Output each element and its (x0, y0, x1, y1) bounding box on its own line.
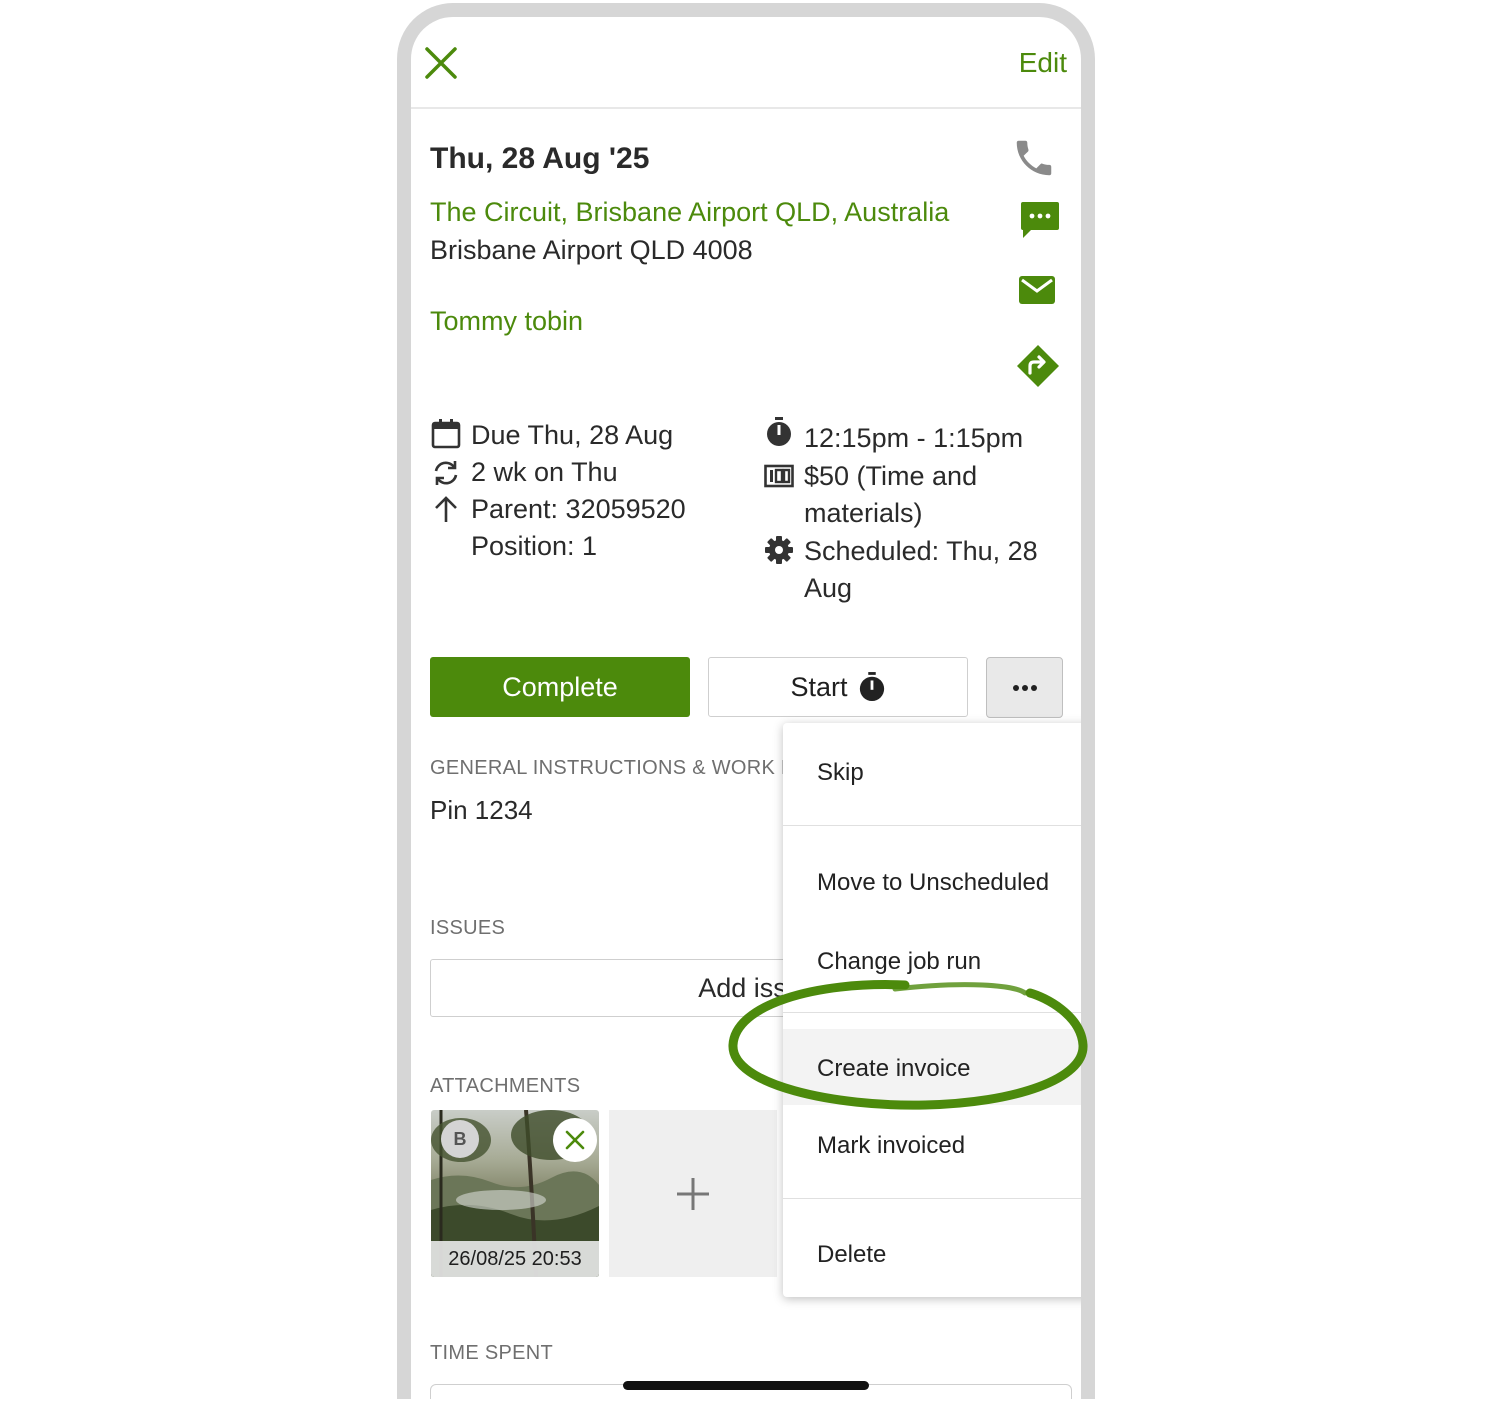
issues-label: ISSUES (430, 917, 506, 939)
instructions-value: Pin 1234 (430, 795, 533, 825)
menu-divider (783, 825, 1081, 826)
recurrence: 2 wk on Thu (471, 457, 618, 487)
menu-item-label: Create invoice (817, 1055, 971, 1082)
price-icon (764, 461, 794, 491)
directions-button[interactable] (1015, 343, 1061, 389)
menu-divider (783, 1198, 1081, 1199)
job-detail-screen: Edit Thu, 28 Aug '25 The Circuit, Brisba… (411, 17, 1081, 1399)
phone-icon (1016, 140, 1052, 176)
menu-item-label: Change job run (817, 948, 982, 975)
email-icon (1019, 276, 1055, 304)
close-icon (425, 47, 457, 79)
call-button[interactable] (1011, 135, 1057, 181)
arrow-up-icon (431, 495, 461, 525)
menu-item-skip[interactable]: Skip (783, 723, 1081, 823)
email-button[interactable] (1015, 269, 1061, 315)
more-actions-menu: Skip Move to Unscheduled Change job run … (783, 723, 1081, 1297)
timer-icon (859, 672, 884, 701)
attachment-thumbnail[interactable]: B 26/08/25 20:53 (431, 1110, 599, 1277)
edit-button[interactable]: Edit (1019, 47, 1067, 79)
price-line-1: $50 (Time and (804, 461, 978, 491)
menu-item-mark-invoiced[interactable]: Mark invoiced (783, 1105, 1081, 1185)
plus-icon (677, 1177, 709, 1210)
complete-button-label: Complete (502, 671, 618, 702)
top-bar: Edit (411, 17, 1081, 109)
menu-item-delete[interactable]: Delete (783, 1217, 1081, 1297)
contact-name-link[interactable]: Tommy tobin (430, 306, 583, 337)
time-window: 12:15pm - 1:15pm (804, 423, 1024, 453)
directions-icon (1017, 345, 1059, 387)
timer-icon (764, 417, 794, 447)
remove-attachment-button[interactable] (553, 1118, 597, 1162)
complete-button[interactable]: Complete (430, 657, 690, 717)
calendar-icon (431, 419, 461, 449)
attachment-timestamp: 26/08/25 20:53 (431, 1241, 599, 1277)
attachments-label: ATTACHMENTS (430, 1075, 581, 1097)
address-postcode: Brisbane Airport QLD 4008 (430, 235, 753, 265)
instructions-label: GENERAL INSTRUCTIONS & WORK R (430, 757, 796, 779)
close-icon (565, 1130, 585, 1150)
job-date-title: Thu, 28 Aug '25 (430, 142, 650, 175)
menu-item-move-to-unscheduled[interactable]: Move to Unscheduled (783, 841, 1081, 923)
scheduled-line-2: Aug (804, 573, 853, 603)
menu-item-label: Move to Unscheduled (817, 869, 1050, 896)
position: Position: 1 (471, 531, 598, 561)
attachment-author-avatar: B (441, 1120, 479, 1158)
start-button[interactable]: Start (708, 657, 968, 717)
message-icon (1021, 202, 1059, 238)
gear-icon (764, 535, 794, 565)
scheduled-line-1: Scheduled: Thu, 28 (804, 536, 1038, 566)
menu-item-create-invoice[interactable]: Create invoice (783, 1029, 1081, 1105)
price-line-2: materials) (804, 498, 923, 528)
parent-job[interactable]: Parent: 32059520 (471, 491, 686, 528)
menu-item-label: Skip (817, 759, 864, 786)
start-button-label: Start (790, 671, 848, 702)
menu-item-label: Mark invoiced (817, 1132, 966, 1159)
more-actions-button[interactable] (986, 657, 1063, 718)
menu-item-label: Delete (817, 1241, 887, 1268)
more-icon (1012, 684, 1037, 691)
add-attachment-button[interactable] (609, 1110, 777, 1277)
menu-divider (783, 1012, 1081, 1013)
message-button[interactable] (1017, 198, 1063, 244)
time-spent-label: TIME SPENT (430, 1342, 554, 1364)
repeat-icon (431, 458, 461, 488)
due-date: Due Thu, 28 Aug (471, 420, 674, 450)
address-link[interactable]: The Circuit, Brisbane Airport QLD, Austr… (430, 197, 949, 228)
phone-frame: Edit Thu, 28 Aug '25 The Circuit, Brisba… (397, 3, 1095, 1399)
home-indicator (623, 1381, 869, 1390)
menu-item-change-job-run[interactable]: Change job run (783, 923, 1081, 1011)
close-button[interactable] (421, 43, 461, 83)
